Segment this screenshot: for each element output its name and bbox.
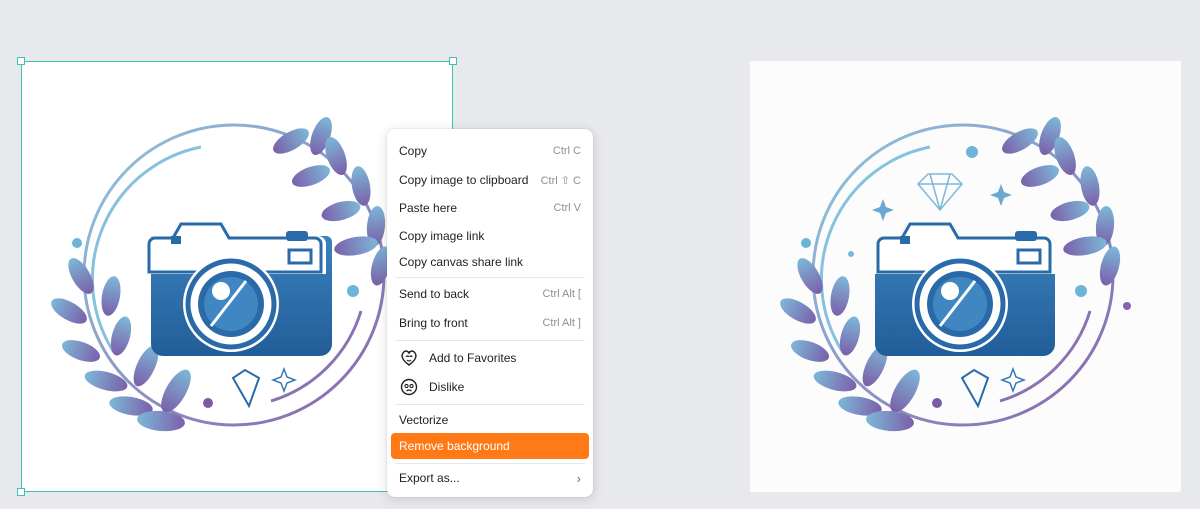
canvas-image-right[interactable] bbox=[750, 61, 1181, 492]
menu-item-copy-canvas-share-link[interactable]: Copy canvas share link bbox=[391, 249, 589, 275]
menu-item-label: Remove background bbox=[399, 439, 510, 453]
chevron-right-icon: › bbox=[576, 470, 581, 486]
menu-item-label: Copy image to clipboard bbox=[399, 173, 529, 187]
menu-item-shortcut: Ctrl V bbox=[553, 202, 582, 214]
menu-item-copy-image-link[interactable]: Copy image link bbox=[391, 223, 589, 249]
menu-item-label: Add to Favorites bbox=[429, 351, 517, 365]
menu-item-remove-background[interactable]: Remove background bbox=[391, 433, 589, 459]
menu-item-vectorize[interactable]: Vectorize bbox=[391, 407, 589, 433]
menu-item-label: Export as... bbox=[399, 471, 460, 485]
menu-item-export-as[interactable]: Export as... › bbox=[391, 465, 589, 491]
heart-face-icon bbox=[399, 348, 419, 368]
menu-item-label: Copy image link bbox=[399, 229, 485, 243]
menu-item-dislike[interactable]: Dislike bbox=[391, 374, 589, 400]
menu-item-label: Copy canvas share link bbox=[399, 255, 524, 269]
menu-item-label: Copy bbox=[399, 144, 428, 158]
sad-face-icon bbox=[399, 377, 419, 397]
menu-item-shortcut: Ctrl ⇧ C bbox=[540, 174, 581, 187]
menu-item-paste[interactable]: Paste here Ctrl V bbox=[391, 195, 589, 221]
menu-item-send-to-back[interactable]: Send to back Ctrl Alt [ bbox=[391, 281, 589, 307]
menu-item-bring-to-front[interactable]: Bring to front Ctrl Alt ] bbox=[391, 310, 589, 336]
menu-item-copy-image[interactable]: Copy image to clipboard Ctrl ⇧ C bbox=[391, 167, 589, 193]
menu-item-label: Bring to front bbox=[399, 316, 468, 330]
menu-divider bbox=[395, 463, 585, 464]
menu-item-label: Vectorize bbox=[399, 413, 449, 427]
camera-logo-variant-illustration bbox=[780, 116, 1131, 432]
menu-item-shortcut: Ctrl C bbox=[552, 145, 581, 157]
menu-item-label: Dislike bbox=[429, 380, 465, 394]
menu-divider bbox=[395, 340, 585, 341]
menu-divider bbox=[395, 404, 585, 405]
menu-item-shortcut: Ctrl Alt ] bbox=[542, 317, 581, 329]
menu-item-add-to-favorites[interactable]: Add to Favorites bbox=[391, 345, 589, 371]
menu-item-shortcut: Ctrl Alt [ bbox=[542, 288, 581, 300]
menu-divider bbox=[395, 277, 585, 278]
menu-item-copy[interactable]: Copy Ctrl C bbox=[391, 138, 589, 164]
menu-item-label: Send to back bbox=[399, 287, 470, 301]
menu-item-label: Paste here bbox=[399, 201, 458, 215]
context-menu: Copy Ctrl C Copy image to clipboard Ctrl… bbox=[387, 129, 593, 497]
